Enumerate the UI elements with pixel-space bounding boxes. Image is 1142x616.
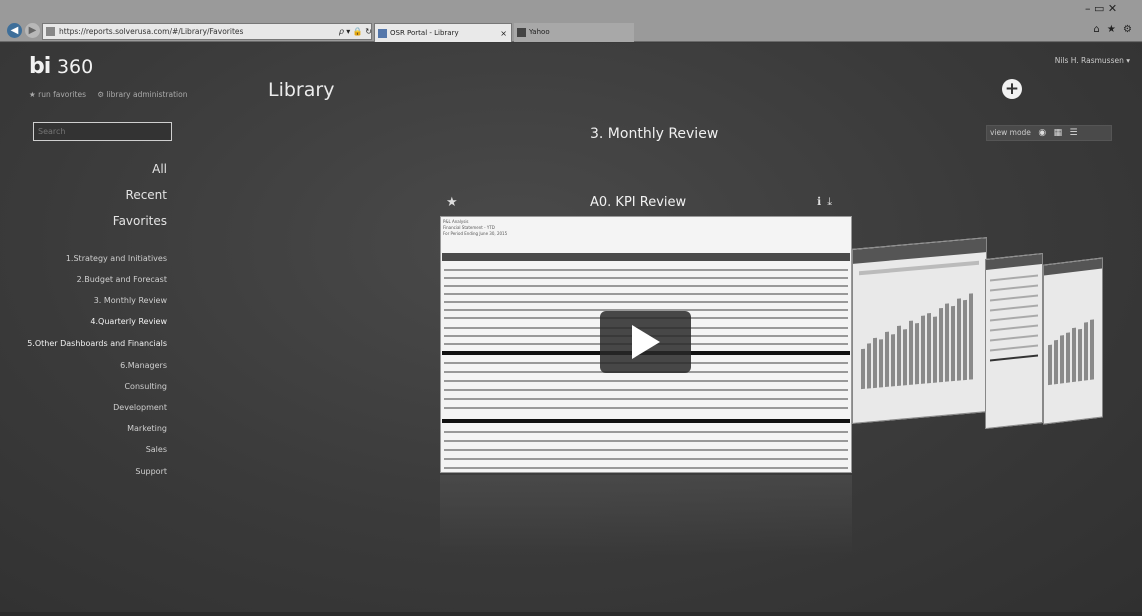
report-title: A0. KPI Review [590,195,687,210]
view-mode-control[interactable]: view mode ◉ ▦ ☰ [986,125,1112,141]
download-icon[interactable]: ⤓ [827,195,838,208]
screen: – ▭ ✕ ◀ ▶ https://reports.solverusa.com/… [0,0,1142,616]
forward-button[interactable]: ▶ [25,23,40,38]
report-thumbnail[interactable] [985,252,1043,430]
table-row [444,467,848,469]
table-row [444,458,848,460]
window-controls[interactable]: – ▭ ✕ [1085,2,1117,15]
sidebar-item-recent[interactable]: Recent [126,188,167,202]
back-button[interactable]: ◀ [7,23,22,38]
report-thumbnail[interactable] [852,237,987,424]
table-row [444,380,848,382]
table-row [444,301,848,303]
browser-status-bar [0,612,1142,616]
portal-favicon-icon [378,29,387,38]
table-row [444,440,848,442]
section-divider [442,419,850,423]
folder-item[interactable]: Marketing [127,424,167,433]
user-menu[interactable]: Nils H. Rasmussen ▾ [1055,56,1130,65]
folder-item[interactable]: Sales [146,445,167,454]
table-header-bar [442,253,850,261]
tab-label: OSR Portal - Library [390,29,459,37]
folder-item[interactable]: Development [113,403,167,412]
card-reflection [440,475,852,555]
folder-item[interactable]: 3. Monthly Review [94,296,167,305]
grid-view-icon[interactable]: ▦ [1054,126,1063,140]
bar-chart-thumbnail-icon [853,238,986,390]
report-header-line: For Period Ending June 30, 2015 [443,231,508,236]
info-icon[interactable]: ℹ [817,195,827,208]
report-thumbnail[interactable] [1043,257,1103,425]
play-icon [632,325,660,359]
logo-brand: bi [29,54,51,79]
folder-item[interactable]: 1.Strategy and Initiatives [66,254,167,263]
view-mode-label: view mode [990,128,1031,137]
logo-version: 360 [56,56,94,78]
bi360-logo[interactable]: bi 360 [29,54,93,79]
add-report-button[interactable]: + [1002,79,1022,99]
url-text: https://reports.solverusa.com/#/Library/… [59,27,244,36]
report-header: P&L Analysis Financial Statement - YTD F… [443,219,507,237]
site-favicon-icon [46,27,55,36]
table-row [444,431,848,433]
folder-item[interactable]: 5.Other Dashboards and Financials [27,339,167,348]
top-links: ★ run favorites ⚙ library administration [29,90,196,99]
tab-label: Yahoo [529,28,550,36]
table-row [444,449,848,451]
bar-chart-thumbnail-icon [1044,258,1102,386]
browser-chrome: – ▭ ✕ ◀ ▶ https://reports.solverusa.com/… [0,0,1142,42]
sidebar-item-all[interactable]: All [152,162,167,176]
search-input[interactable] [33,122,172,141]
table-row [444,293,848,295]
sidebar-item-favorites[interactable]: Favorites [113,214,167,228]
section-title: 3. Monthly Review [590,126,719,142]
tab-yahoo[interactable]: Yahoo [514,23,634,42]
tab-osr-portal[interactable]: OSR Portal - Library × [374,23,512,42]
table-row [444,285,848,287]
play-button[interactable] [600,311,691,373]
browser-toolbar-icons[interactable]: ⌂ ★ ⚙ [1093,24,1134,35]
table-row [444,407,848,409]
table-row [444,269,848,271]
address-bar-controls[interactable]: 𝜌 ▾ 🔒 ↻ [316,23,372,40]
table-row [444,398,848,400]
folder-item[interactable]: Support [135,467,167,476]
folder-item[interactable]: 2.Budget and Forecast [77,275,167,284]
close-tab-icon[interactable]: × [500,24,507,42]
table-row [444,277,848,279]
folder-item[interactable]: 4.Quarterly Review [90,317,167,326]
report-actions: ℹ⤓ [817,195,838,209]
app-area: bi 360 ★ run favorites ⚙ library adminis… [0,43,1142,616]
library-administration-link[interactable]: ⚙ library administration [97,90,187,99]
page-title: Library [268,79,335,101]
coverflow-view-icon[interactable]: ◉ [1038,126,1046,140]
yahoo-favicon-icon [517,28,526,37]
table-thumbnail-icon [986,254,1042,362]
list-view-icon[interactable]: ☰ [1069,126,1077,140]
table-row [444,389,848,391]
favorite-star-icon[interactable]: ★ [446,195,458,210]
folder-item[interactable]: Consulting [124,382,167,391]
folder-item[interactable]: 6.Managers [120,361,167,370]
run-favorites-link[interactable]: ★ run favorites [29,90,86,99]
